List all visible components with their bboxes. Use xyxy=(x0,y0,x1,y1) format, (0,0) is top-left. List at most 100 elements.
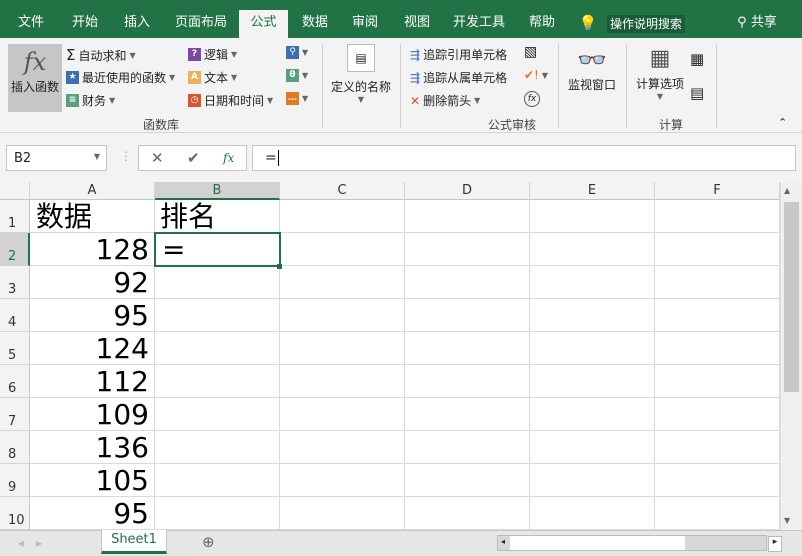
clock-icon: ◷ xyxy=(188,94,201,107)
cell-B1[interactable]: 排名 xyxy=(160,200,216,233)
error-checking-button[interactable]: ✔! ▼ xyxy=(524,68,548,82)
calculate-sheet-button[interactable]: ▤ xyxy=(690,84,704,102)
row-header-6[interactable]: 6 xyxy=(0,365,30,398)
cell-A10[interactable]: 95 xyxy=(30,497,149,530)
evaluate-formula-button[interactable]: fx xyxy=(524,91,540,107)
calculator-icon: ▦ xyxy=(649,46,671,71)
autosum-button[interactable]: Σ 自动求和 ▼ xyxy=(66,46,136,64)
next-sheet-icon[interactable]: ▸ xyxy=(36,536,42,550)
collapse-ribbon-icon[interactable]: ⌃ xyxy=(778,116,787,129)
formula-input[interactable]: = xyxy=(252,145,796,171)
select-all-button[interactable] xyxy=(0,182,30,200)
column-header-F[interactable]: F xyxy=(655,182,780,200)
share-button[interactable]: ⚲ 共享 xyxy=(732,10,782,38)
define-name-label: 定义的名称 xyxy=(330,80,391,94)
add-sheet-icon[interactable]: ⊕ xyxy=(202,533,215,551)
column-header-E[interactable]: E xyxy=(530,182,655,200)
tab-formulas[interactable]: 公式 xyxy=(239,10,288,38)
row-header-2[interactable]: 2 xyxy=(0,233,30,266)
row-header-10[interactable]: 10 xyxy=(0,497,30,530)
calculate-now-button[interactable]: ▦ xyxy=(690,50,704,68)
row-header-1[interactable]: 1 xyxy=(0,200,30,233)
spreadsheet-grid: A B C D E F 1 2 3 4 5 6 7 8 9 10 数据 排名 128 92 95 124 112 109… xyxy=(0,182,780,530)
hscroll-thumb[interactable] xyxy=(510,536,685,550)
watch-window-label: 监视窗口 xyxy=(567,78,616,92)
math-button[interactable]: θ ▼ xyxy=(286,69,308,82)
sheet-tab-bar: ◂ ▸ Sheet1 ⊕ ◂ ▸ xyxy=(0,530,802,556)
scroll-left-icon[interactable]: ◂ xyxy=(501,537,505,546)
cell-A8[interactable]: 136 xyxy=(30,431,149,464)
cell-A9[interactable]: 105 xyxy=(30,464,149,497)
row-header-7[interactable]: 7 xyxy=(0,398,30,431)
text-button[interactable]: A 文本 ▼ xyxy=(188,69,237,86)
cell-A5[interactable]: 124 xyxy=(30,332,149,365)
vertical-scrollbar[interactable]: ▲ ▼ xyxy=(780,182,802,530)
tab-developer[interactable]: 开发工具 xyxy=(448,10,510,38)
scroll-down-icon[interactable]: ▼ xyxy=(784,516,790,525)
scroll-up-icon[interactable]: ▲ xyxy=(784,186,790,195)
logical-label: 逻辑 xyxy=(204,48,229,62)
define-name-button[interactable]: ▤ 定义的名称 ▼ xyxy=(328,44,394,110)
name-tag-icon: ▤ xyxy=(347,44,375,72)
ribbon: fx 插入函数 Σ 自动求和 ▼ ★ 最近使用的函数 ▼ ≡ 财务 ▼ ? 逻辑 ▼ A 文本 ▼ … xyxy=(0,38,802,133)
more-functions-button[interactable]: … ▼ xyxy=(286,92,308,105)
tab-page-layout[interactable]: 页面布局 xyxy=(168,10,234,38)
tab-help[interactable]: 帮助 xyxy=(522,10,562,38)
column-header-C[interactable]: C xyxy=(280,182,405,200)
tab-file[interactable]: 文件 xyxy=(8,10,54,38)
tab-view[interactable]: 视图 xyxy=(394,10,440,38)
tab-data[interactable]: 数据 xyxy=(292,10,338,38)
remove-arrows-label: 删除箭头 xyxy=(423,94,472,108)
column-header-D[interactable]: D xyxy=(405,182,530,200)
glasses-icon: 👓 xyxy=(577,46,607,74)
scroll-right-icon[interactable]: ▸ xyxy=(768,536,782,552)
column-header-B[interactable]: B xyxy=(155,182,280,200)
star-icon: ★ xyxy=(66,71,79,84)
calc-options-button[interactable]: ▦ 计算选项 ▼ xyxy=(632,46,688,101)
logical-button[interactable]: ? 逻辑 ▼ xyxy=(188,46,237,63)
datetime-label: 日期和时间 xyxy=(204,94,265,108)
divider xyxy=(400,44,401,128)
search-box[interactable]: 操作说明搜索 xyxy=(607,15,685,33)
datetime-button[interactable]: ◷ 日期和时间 ▼ xyxy=(188,92,273,109)
cell-A3[interactable]: 92 xyxy=(30,266,149,299)
cell-A1[interactable]: 数据 xyxy=(36,200,92,233)
tab-home[interactable]: 开始 xyxy=(62,10,108,38)
cancel-icon[interactable]: ✕ xyxy=(151,149,164,167)
cell-A2[interactable]: 128 xyxy=(30,233,149,266)
drag-handle[interactable]: ⋮ xyxy=(120,149,132,163)
trace-precedents-icon: ⇶ xyxy=(410,47,421,62)
row-header-8[interactable]: 8 xyxy=(0,431,30,464)
column-header-A[interactable]: A xyxy=(30,182,155,200)
name-box-value: B2 xyxy=(14,151,32,166)
row-header-5[interactable]: 5 xyxy=(0,332,30,365)
row-header-3[interactable]: 3 xyxy=(0,266,30,299)
theta-icon: θ xyxy=(286,69,299,82)
horizontal-scrollbar[interactable]: ◂ xyxy=(497,535,767,551)
name-box[interactable]: B2 ▼ xyxy=(6,145,107,171)
sheet-tab-sheet1[interactable]: Sheet1 xyxy=(101,530,167,554)
tab-review[interactable]: 审阅 xyxy=(342,10,388,38)
recent-functions-button[interactable]: ★ 最近使用的函数 ▼ xyxy=(66,69,175,86)
watch-window-button[interactable]: 👓 监视窗口 xyxy=(564,46,620,93)
trace-dependents-button[interactable]: ⇶ 追踪从属单元格 xyxy=(410,69,507,86)
trace-precedents-button[interactable]: ⇶ 追踪引用单元格 xyxy=(410,46,507,63)
fill-handle[interactable] xyxy=(277,264,282,269)
cell-A6[interactable]: 112 xyxy=(30,365,149,398)
row-header-9[interactable]: 9 xyxy=(0,464,30,497)
cell-A7[interactable]: 109 xyxy=(30,398,149,431)
scrollbar-thumb[interactable] xyxy=(784,202,799,392)
cell-A4[interactable]: 95 xyxy=(30,299,149,332)
enter-icon[interactable]: ✔ xyxy=(187,149,200,167)
row-header-4[interactable]: 4 xyxy=(0,299,30,332)
financial-button[interactable]: ≡ 财务 ▼ xyxy=(66,92,115,109)
tab-insert[interactable]: 插入 xyxy=(114,10,160,38)
show-formulas-button[interactable]: ▧ xyxy=(524,44,537,60)
insert-function-button[interactable]: fx 插入函数 xyxy=(8,44,62,112)
divider xyxy=(322,44,323,128)
remove-arrows-button[interactable]: ✕ 删除箭头 ▼ xyxy=(410,92,480,109)
lookup-button[interactable]: ⚲ ▼ xyxy=(286,46,308,59)
divider xyxy=(558,44,559,128)
insert-function-icon[interactable]: fx xyxy=(223,151,234,165)
prev-sheet-icon[interactable]: ◂ xyxy=(18,536,24,550)
